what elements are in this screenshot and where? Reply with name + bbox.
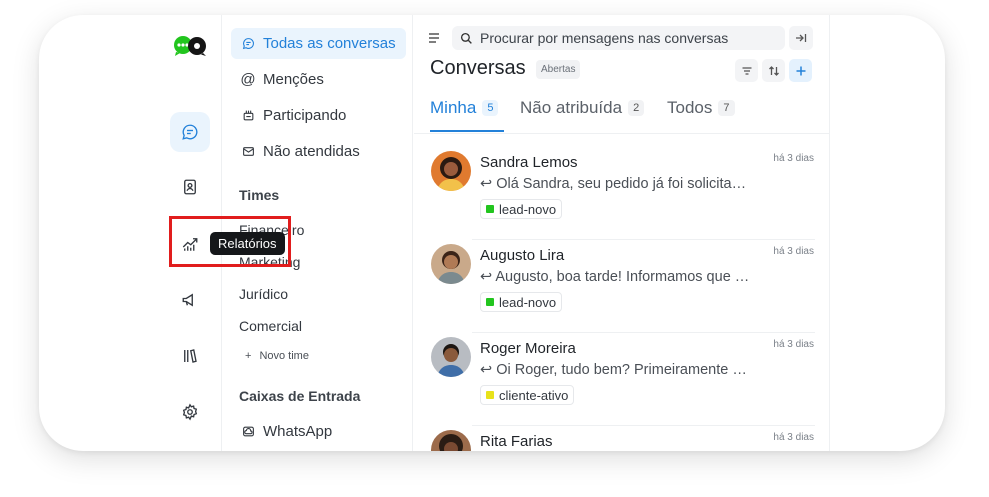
label-dot: [486, 298, 494, 306]
label-tag[interactable]: cliente-ativo: [480, 385, 575, 405]
divider: [414, 133, 830, 134]
contact-name: Augusto Lira: [480, 247, 565, 264]
gear-icon: [182, 403, 198, 421]
conversations-panel: Conversas Abertas Minha 5 Não atribuída …: [414, 15, 830, 451]
reply-icon: ↩: [480, 362, 497, 378]
chat-icon: [182, 124, 198, 140]
timestamp: há 3 dias: [773, 432, 814, 443]
active-tab-indicator: [430, 130, 504, 132]
status-badge[interactable]: Abertas: [536, 60, 581, 79]
rail-reports-button[interactable]: [170, 224, 210, 264]
label-tag[interactable]: lead-novo: [480, 292, 563, 312]
reports-tooltip: Relatórios: [210, 232, 285, 255]
chat-icon: [241, 37, 255, 51]
menu-icon[interactable]: [428, 31, 442, 45]
participants-icon: [241, 109, 255, 123]
label-tag[interactable]: lead-novo: [480, 199, 563, 219]
filter-button[interactable]: [735, 59, 758, 82]
label-text: lead-novo: [499, 294, 557, 310]
last-message: ↩ Augusto, boa tarde! Informamos que o s…: [480, 269, 752, 285]
rail-library-button[interactable]: [170, 336, 210, 376]
rail-campaigns-button[interactable]: [170, 280, 210, 320]
nav-label: Não atendidas: [263, 143, 360, 160]
filter-icon: [742, 66, 751, 75]
avatar: [431, 337, 471, 377]
avatar: [431, 430, 471, 451]
label-text: lead-novo: [499, 201, 557, 217]
message-text: Oi Roger, tudo bem? Primeiramente gostar…: [496, 362, 752, 378]
inbox-label: WhatsApp: [263, 423, 333, 440]
rail-contacts-button[interactable]: [170, 167, 210, 207]
nav-all-conversations[interactable]: Todas as conversas: [231, 28, 406, 59]
app-window: Relatórios Todas as conversas @ Menções …: [39, 15, 945, 451]
inbox-whatsapp[interactable]: WhatsApp: [231, 416, 342, 447]
message-text: Augusto, boa tarde! Informamos que o seu…: [495, 269, 752, 285]
nav-label: Participando: [263, 107, 347, 124]
sort-button[interactable]: [762, 59, 785, 82]
plus-icon: +: [245, 350, 252, 362]
new-team-label: Novo time: [259, 350, 309, 362]
last-message: ↩ Oi Roger, tudo bem? Primeiramente gost…: [480, 362, 752, 378]
rail-settings-button[interactable]: [170, 392, 210, 432]
tab-label: Não atribuída: [520, 98, 623, 117]
tab-all[interactable]: Todos 7: [667, 98, 735, 118]
plus-icon: [796, 66, 805, 75]
new-conversation-button[interactable]: [789, 59, 812, 82]
tab-label: Minha: [430, 98, 477, 117]
mail-icon: [241, 145, 255, 159]
rail-conversations-button[interactable]: [170, 112, 210, 152]
reply-icon: ↩: [480, 176, 497, 192]
last-message: ↩ Olá Sandra, seu pedido já foi solicita…: [480, 176, 752, 192]
team-item[interactable]: Comercial: [239, 318, 302, 334]
teams-title: Times: [239, 187, 280, 203]
nav-label: Todas as conversas: [263, 35, 396, 52]
reply-icon: ↩: [480, 269, 496, 285]
cloud-icon: [241, 425, 255, 439]
megaphone-icon: [182, 293, 193, 307]
tab-unassigned[interactable]: Não atribuída 2: [520, 98, 645, 118]
collapse-button[interactable]: [789, 26, 813, 50]
timestamp: há 3 dias: [773, 246, 814, 257]
conversation-item[interactable]: Rita Farias há 3 dias: [414, 426, 830, 451]
at-icon: @: [240, 71, 256, 88]
nav-participating[interactable]: Participando: [231, 100, 356, 131]
tab-count: 5: [482, 100, 499, 116]
conversation-item[interactable]: Augusto Lira há 3 dias ↩ Augusto, boa ta…: [414, 240, 830, 333]
contacts-icon: [184, 179, 196, 195]
icon-rail: [39, 15, 221, 451]
avatar: [431, 151, 471, 191]
search-box[interactable]: [452, 26, 785, 50]
nav-label: Menções: [263, 71, 324, 88]
tab-count: 2: [628, 100, 645, 116]
collapse-icon: [796, 34, 807, 42]
contact-name: Sandra Lemos: [480, 154, 578, 171]
tab-mine[interactable]: Minha 5: [430, 98, 499, 118]
sort-icon: [768, 65, 779, 76]
search-input[interactable]: [480, 30, 770, 46]
conversation-item[interactable]: Sandra Lemos há 3 dias ↩ Olá Sandra, seu…: [414, 147, 830, 240]
contact-name: Roger Moreira: [480, 340, 576, 357]
label-dot: [486, 391, 494, 399]
new-team-button[interactable]: + Novo time: [245, 350, 309, 362]
reports-icon: [182, 238, 198, 251]
timestamp: há 3 dias: [773, 153, 814, 164]
conversation-item[interactable]: Roger Moreira há 3 dias ↩ Oi Roger, tudo…: [414, 333, 830, 426]
inboxes-title: Caixas de Entrada: [239, 388, 361, 404]
team-item[interactable]: Marketing: [239, 254, 300, 270]
contact-name: Rita Farias: [480, 433, 553, 450]
timestamp: há 3 dias: [773, 339, 814, 350]
avatar: [431, 244, 471, 284]
library-icon: [184, 349, 197, 363]
search-icon: [460, 32, 472, 44]
nav-mentions[interactable]: @ Menções: [231, 64, 334, 95]
message-text: Olá Sandra, seu pedido já foi solicitado…: [496, 176, 752, 192]
label-text: cliente-ativo: [499, 387, 569, 403]
tab-count: 7: [718, 100, 735, 116]
tab-label: Todos: [667, 98, 713, 117]
label-dot: [486, 205, 494, 213]
logo-icon: [174, 36, 206, 56]
page-title: Conversas: [430, 57, 526, 79]
nav-unattended[interactable]: Não atendidas: [231, 136, 370, 167]
team-item[interactable]: Jurídico: [239, 286, 288, 302]
